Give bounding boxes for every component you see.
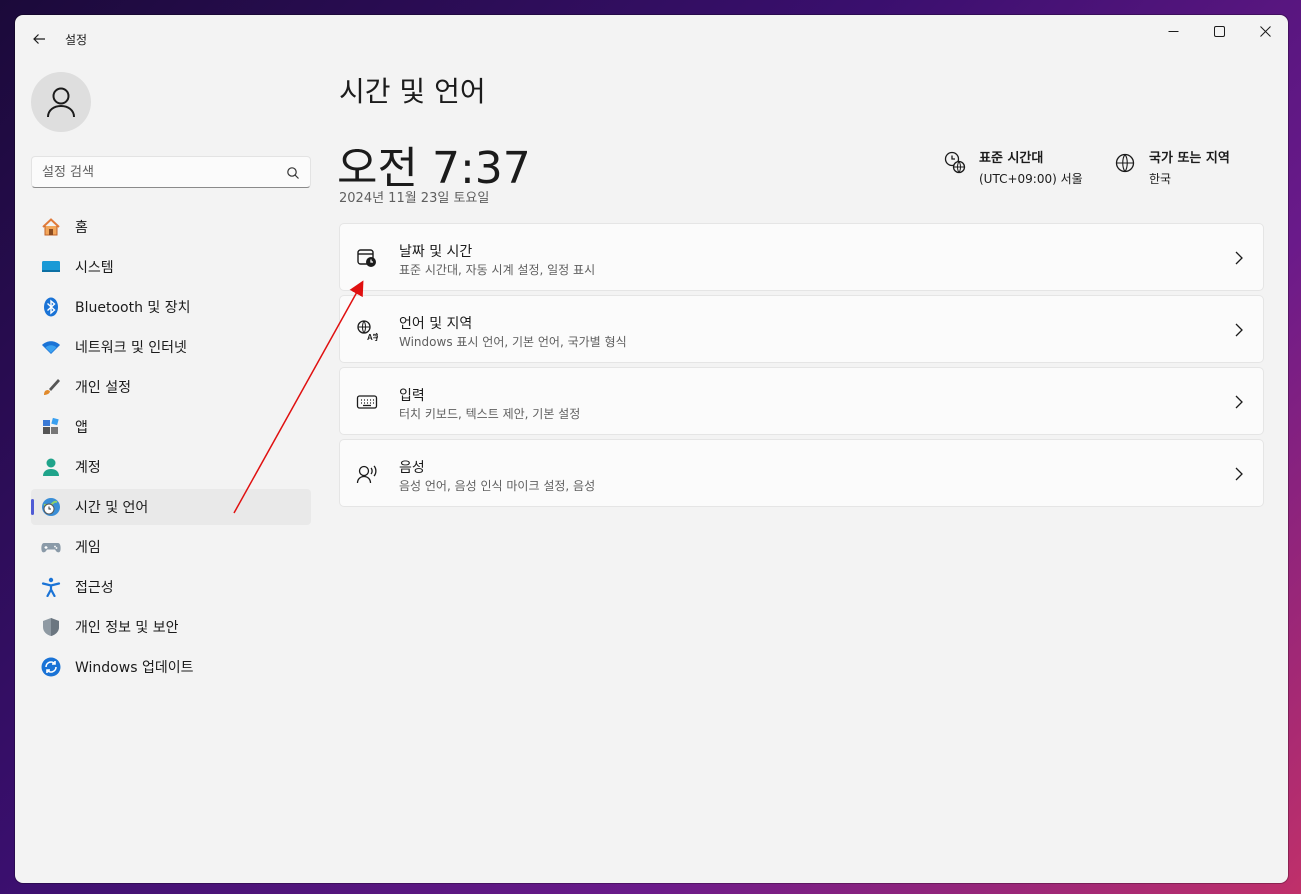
timezone-title: 표준 시간대 xyxy=(979,151,1044,166)
sidebar-item-home[interactable]: 홈 xyxy=(31,209,311,245)
sidebar-item-system[interactable]: 시스템 xyxy=(31,249,311,285)
sidebar-item-label: 시간 및 언어 xyxy=(75,500,149,516)
svg-text:A字: A字 xyxy=(367,332,378,341)
sidebar-item-accessibility[interactable]: 접근성 xyxy=(31,569,311,605)
card-language-region[interactable]: A字 언어 및 지역 Windows 표시 언어, 기본 언어, 국가별 형식 xyxy=(339,295,1264,363)
sidebar-item-personalization[interactable]: 개인 설정 xyxy=(31,369,311,405)
apps-icon xyxy=(41,417,61,437)
card-subtitle: 음성 언어, 음성 인식 마이크 설정, 음성 xyxy=(399,479,596,493)
chevron-right-icon xyxy=(1235,323,1243,337)
sidebar-item-label: Bluetooth 및 장치 xyxy=(75,300,191,316)
language-icon: A字 xyxy=(357,320,378,341)
back-button[interactable] xyxy=(27,27,51,51)
system-icon xyxy=(41,257,61,277)
calendar-clock-icon xyxy=(357,249,376,267)
timezone-value: (UTC+09:00) 서울 xyxy=(979,172,1083,186)
close-icon xyxy=(1259,25,1271,37)
card-date-time[interactable]: 날짜 및 시간 표준 시간대, 자동 시계 설정, 일정 표시 xyxy=(339,223,1264,291)
card-title: 음성 xyxy=(399,460,425,476)
card-subtitle: 표준 시간대, 자동 시계 설정, 일정 표시 xyxy=(399,263,596,277)
card-title: 입력 xyxy=(399,388,425,404)
sidebar-item-time-language[interactable]: 시간 및 언어 xyxy=(31,489,311,525)
brush-icon xyxy=(41,377,61,397)
search-box[interactable] xyxy=(31,156,311,188)
sidebar-item-gaming[interactable]: 게임 xyxy=(31,529,311,565)
maximize-button[interactable] xyxy=(1196,15,1242,47)
minimize-icon xyxy=(1168,30,1178,32)
region-title: 국가 또는 지역 xyxy=(1149,151,1230,166)
region-value: 한국 xyxy=(1149,172,1172,186)
current-date: 2024년 11월 23일 토요일 xyxy=(339,191,490,206)
sidebar-item-label: 게임 xyxy=(75,540,101,556)
home-icon xyxy=(41,217,61,237)
search-icon[interactable] xyxy=(286,166,300,180)
user-icon xyxy=(47,87,75,118)
accessibility-icon xyxy=(41,577,61,597)
globe-clock-icon xyxy=(944,151,966,174)
gamepad-icon xyxy=(41,537,61,557)
window-title: 설정 xyxy=(65,33,88,47)
card-speech[interactable]: 음성 음성 언어, 음성 인식 마이크 설정, 음성 xyxy=(339,439,1264,507)
sidebar-item-label: 접근성 xyxy=(75,580,114,596)
account-icon xyxy=(41,457,61,477)
sidebar-item-windows-update[interactable]: Windows 업데이트 xyxy=(31,649,311,685)
time-language-icon xyxy=(41,497,61,517)
sidebar-item-bluetooth[interactable]: Bluetooth 및 장치 xyxy=(31,289,311,325)
card-title: 날짜 및 시간 xyxy=(399,244,473,260)
bluetooth-icon xyxy=(41,297,61,317)
keyboard-icon xyxy=(356,395,378,409)
region-info: 국가 또는 지역 한국 xyxy=(1113,147,1230,187)
sidebar-item-label: 시스템 xyxy=(75,260,114,276)
settings-window: 설정 홈 시스템 xyxy=(15,15,1288,883)
card-title: 언어 및 지역 xyxy=(399,316,473,332)
update-icon xyxy=(41,657,61,677)
globe-icon xyxy=(1115,153,1135,173)
chevron-right-icon xyxy=(1235,395,1243,409)
arrow-left-icon xyxy=(33,34,45,44)
minimize-button[interactable] xyxy=(1150,15,1196,47)
card-subtitle: 터치 키보드, 텍스트 제안, 기본 설정 xyxy=(399,407,581,421)
close-button[interactable] xyxy=(1242,15,1288,47)
search-input[interactable] xyxy=(42,163,272,181)
sidebar-item-label: 네트워크 및 인터넷 xyxy=(75,340,187,356)
maximize-icon xyxy=(1213,25,1225,37)
wifi-icon xyxy=(41,337,61,357)
sidebar-item-label: 계정 xyxy=(75,460,101,476)
speech-icon xyxy=(356,465,377,484)
card-subtitle: Windows 표시 언어, 기본 언어, 국가별 형식 xyxy=(399,335,627,349)
shield-icon xyxy=(41,617,61,637)
sidebar-item-apps[interactable]: 앱 xyxy=(31,409,311,445)
sidebar-item-label: 개인 설정 xyxy=(75,380,131,396)
sidebar-item-accounts[interactable]: 계정 xyxy=(31,449,311,485)
sidebar-item-label: 개인 정보 및 보안 xyxy=(75,620,179,636)
sidebar-item-label: 앱 xyxy=(75,420,88,436)
sidebar-item-privacy[interactable]: 개인 정보 및 보안 xyxy=(31,609,311,645)
sidebar-item-label: 홈 xyxy=(75,220,88,236)
chevron-right-icon xyxy=(1235,251,1243,265)
page-title: 시간 및 언어 xyxy=(339,75,486,108)
sidebar-item-network[interactable]: 네트워크 및 인터넷 xyxy=(31,329,311,365)
avatar[interactable] xyxy=(31,72,91,132)
sidebar-item-label: Windows 업데이트 xyxy=(75,660,194,676)
sidebar-nav: 홈 시스템 Bluetooth 및 장치 네트워크 및 인터넷 개인 설정 앱 … xyxy=(31,209,311,689)
title-bar: 설정 xyxy=(15,15,1288,61)
card-typing[interactable]: 입력 터치 키보드, 텍스트 제안, 기본 설정 xyxy=(339,367,1264,435)
timezone-info: 표준 시간대 (UTC+09:00) 서울 xyxy=(943,147,1083,187)
chevron-right-icon xyxy=(1235,467,1243,481)
